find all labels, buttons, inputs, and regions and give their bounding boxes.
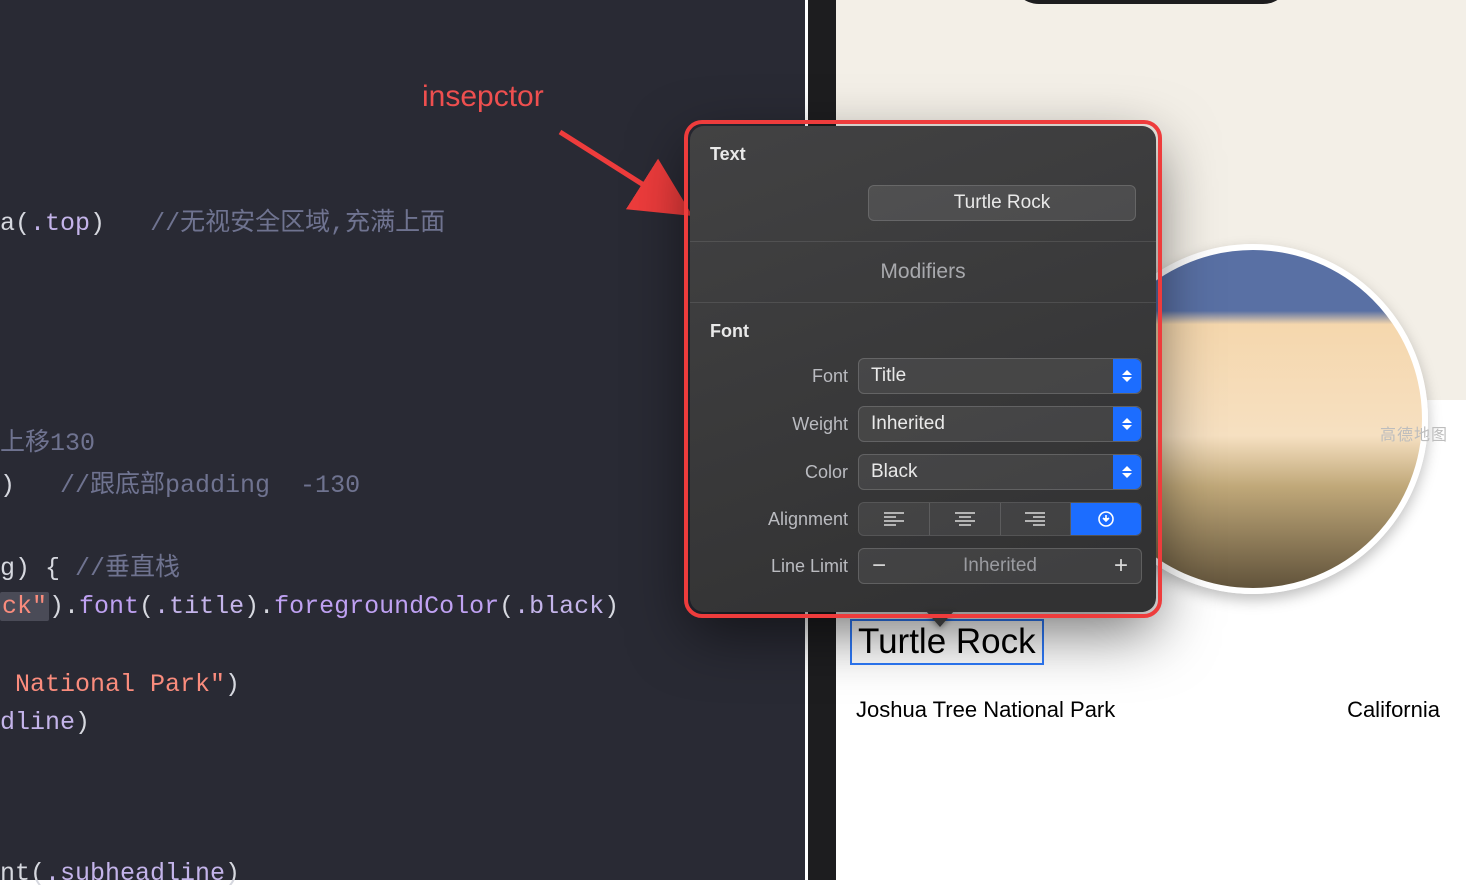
- font-label: Font: [704, 366, 848, 387]
- code-comment: 上移130: [0, 429, 95, 458]
- font-select[interactable]: Title: [858, 358, 1142, 394]
- weight-select[interactable]: Inherited: [858, 406, 1142, 442]
- weight-label: Weight: [704, 414, 848, 435]
- code-token: g) {: [0, 554, 75, 583]
- code-string: National Park": [0, 670, 225, 699]
- alignment-label: Alignment: [704, 509, 848, 530]
- align-inherit-button[interactable]: [1071, 503, 1141, 535]
- stepper-minus-button[interactable]: −: [859, 552, 899, 580]
- code-token: nt(: [0, 859, 45, 888]
- align-left-button[interactable]: [859, 503, 930, 535]
- code-token: .top: [30, 209, 90, 238]
- code-token: .subheadline: [45, 859, 225, 888]
- align-right-button[interactable]: [1001, 503, 1072, 535]
- linelimit-label: Line Limit: [704, 556, 848, 577]
- attributes-inspector[interactable]: Text Turtle Rock Modifiers Font Font Tit…: [690, 126, 1156, 612]
- code-token: ).: [49, 592, 79, 621]
- select-caret-icon: [1113, 455, 1141, 489]
- code-token: ): [75, 708, 90, 737]
- code-comment: //跟底部padding -130: [60, 471, 360, 500]
- color-label: Color: [704, 462, 848, 483]
- stepper-plus-button[interactable]: +: [1101, 552, 1141, 580]
- code-token: ).: [244, 592, 274, 621]
- code-token: (: [139, 592, 154, 621]
- code-token: font: [79, 592, 139, 621]
- code-comment: //无视安全区域,充满上面: [150, 209, 445, 238]
- code-token: dline: [0, 708, 75, 737]
- code-token: ): [225, 859, 240, 888]
- preview-subtitle-right: California: [1347, 697, 1440, 723]
- code-token: ): [225, 670, 240, 699]
- map-attribution: 高德地图: [1380, 421, 1448, 445]
- code-token: foregroundColor: [274, 592, 499, 621]
- annotation-arrow: [554, 128, 694, 218]
- code-token: .title: [154, 592, 244, 621]
- alignment-segmented[interactable]: [858, 502, 1142, 536]
- inspector-section-font: Font: [690, 303, 1156, 352]
- select-caret-icon: [1113, 407, 1141, 441]
- annotation-label: insepctor: [422, 80, 544, 114]
- text-value-field[interactable]: Turtle Rock: [868, 185, 1136, 221]
- code-token: a(: [0, 209, 30, 238]
- modifiers-heading: Modifiers: [690, 242, 1156, 302]
- code-token: ): [604, 592, 619, 621]
- code-token: ): [0, 471, 15, 500]
- linelimit-value: Inherited: [899, 555, 1101, 577]
- color-select[interactable]: Black: [858, 454, 1142, 490]
- color-select-value: Black: [871, 461, 917, 483]
- device-notch: [1011, 0, 1291, 4]
- font-select-value: Title: [871, 365, 906, 387]
- code-token: ): [90, 209, 105, 238]
- align-center-button[interactable]: [930, 503, 1001, 535]
- code-token: (: [499, 592, 514, 621]
- preview-subtitle: Joshua Tree National Park: [856, 697, 1115, 723]
- code-comment: //垂直栈: [75, 554, 180, 583]
- weight-select-value: Inherited: [871, 413, 945, 435]
- select-caret-icon: [1113, 359, 1141, 393]
- code-string: ck": [2, 592, 47, 621]
- code-token: .black: [514, 592, 604, 621]
- inspector-section-text: Text: [690, 126, 1156, 175]
- linelimit-stepper[interactable]: − Inherited +: [858, 548, 1142, 584]
